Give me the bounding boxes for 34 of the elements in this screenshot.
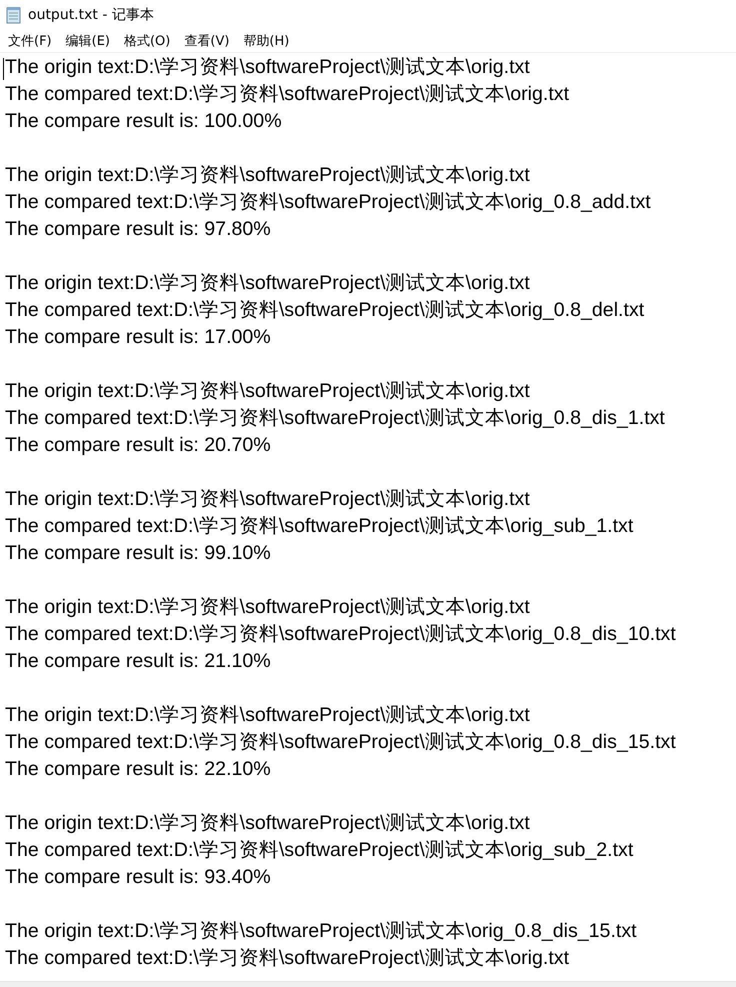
text-line: The origin text:D:\学习资料\softwareProject\测试文本\orig.txt (5, 163, 530, 188)
menu-item[interactable]: 文件(F) (2, 30, 58, 52)
text-line: The origin text:D:\学习资料\softwareProject\测试文本\orig.txt (5, 703, 530, 728)
text-line: The origin text:D:\学习资料\softwareProject\测试文本\orig.txt (5, 55, 530, 80)
text-line: The origin text:D:\学习资料\softwareProject\测试文本\orig.txt (5, 271, 530, 296)
text-line: The compare result is: 22.10% (5, 757, 271, 782)
text-line: The compared text:D:\学习资料\softwareProject\测试文本\orig_0.8_dis_10.txt (5, 622, 676, 647)
text-line: The compare result is: 97.80% (5, 217, 271, 242)
text-line: The compare result is: 17.00% (5, 325, 271, 350)
menu-item[interactable]: 查看(V) (178, 30, 236, 52)
text-line: The compared text:D:\学习资料\softwareProject\测试文本\orig_0.8_dis_1.txt (5, 406, 665, 431)
text-line: The origin text:D:\学习资料\softwareProject\测试文本\orig.txt (5, 487, 530, 512)
text-line: The compare result is: 99.10% (5, 541, 271, 566)
text-line: The origin text:D:\学习资料\softwareProject\测试文本\orig.txt (5, 595, 530, 620)
window-title: output.txt - 记事本 (28, 6, 154, 24)
text-line: The compared text:D:\学习资料\softwareProject\测试文本\orig.txt (5, 946, 570, 971)
text-line: The compared text:D:\学习资料\softwareProject\测试文本\orig_0.8_dis_15.txt (5, 730, 676, 755)
text-line: The compare result is: 93.40% (5, 865, 271, 890)
text-line: The compared text:D:\学习资料\softwareProject\测试文本\orig_0.8_del.txt (5, 298, 644, 323)
text-line: The origin text:D:\学习资料\softwareProject\测试文本\orig.txt (5, 811, 530, 836)
text-cursor (3, 58, 4, 80)
text-line: The compared text:D:\学习资料\softwareProject\测试文本\orig_0.8_add.txt (5, 190, 651, 215)
text-line: The compared text:D:\学习资料\softwareProject\测试文本\orig_sub_2.txt (5, 838, 634, 863)
text-line: The origin text:D:\学习资料\softwareProject\测试文本\orig.txt (5, 379, 530, 404)
menu-item[interactable]: 编辑(E) (60, 30, 116, 52)
text-line: The compared text:D:\学习资料\softwareProject\测试文本\orig.txt (5, 82, 570, 107)
text-line: The compare result is: 20.70% (5, 433, 271, 458)
text-line: The origin text:D:\学习资料\softwareProject\测试文本\orig_0.8_dis_15.txt (5, 919, 637, 944)
text-line: The compared text:D:\学习资料\softwareProject\测试文本\orig_sub_1.txt (5, 514, 634, 539)
text-line: The compare result is: 100.00% (5, 109, 282, 134)
menu-item[interactable]: 帮助(H) (237, 30, 296, 52)
notepad-icon (6, 6, 22, 24)
menu-item[interactable]: 格式(O) (118, 30, 176, 52)
text-line: The compare result is: 21.10% (5, 649, 271, 674)
